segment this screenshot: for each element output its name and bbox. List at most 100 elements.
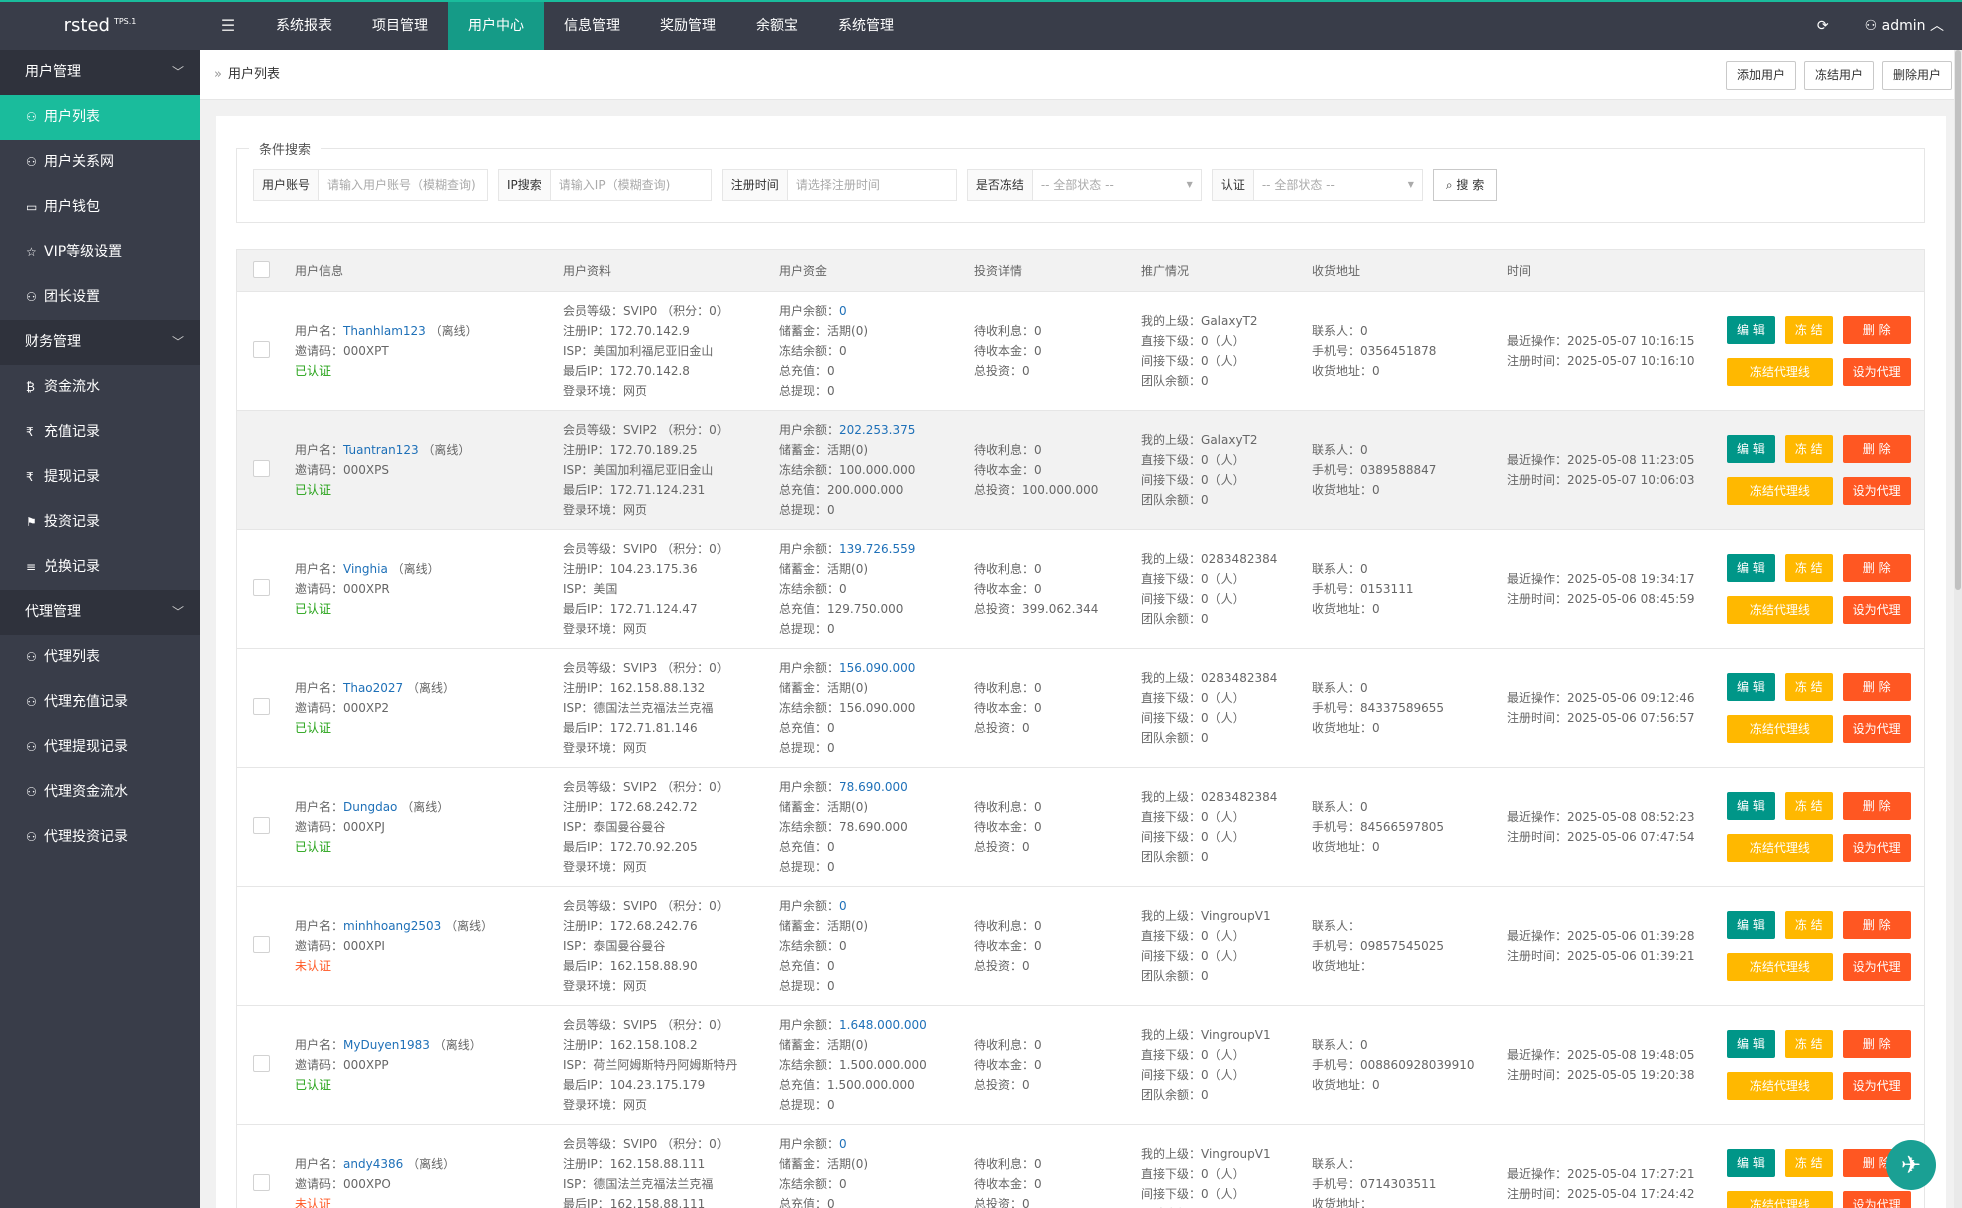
row-checkbox[interactable] [253, 1055, 270, 1072]
scrollbar-thumb[interactable] [1955, 50, 1961, 590]
set-agent-button[interactable]: 设为代理 [1842, 715, 1911, 743]
delete-button[interactable]: 删 除 [1842, 673, 1911, 701]
sidebar-item-g3-2[interactable]: ⚇ 代理提现记录 [0, 725, 200, 770]
points-close: ） [716, 899, 729, 913]
delete-button[interactable]: 删 除 [1842, 554, 1911, 582]
add-user-button[interactable]: 添加用户 [1725, 61, 1796, 90]
sidebar-item-g2-4[interactable]: ≡ 兑换记录 [0, 545, 200, 590]
delete-button[interactable]: 删 除 [1842, 316, 1911, 344]
freeze-button[interactable]: 冻 结 [1784, 911, 1833, 939]
set-agent-button[interactable]: 设为代理 [1842, 834, 1911, 862]
select-all-checkbox[interactable] [253, 260, 270, 278]
delete-user-button[interactable]: 删除用户 [1881, 61, 1952, 90]
freeze-agent-line-button[interactable]: 冻结代理线 [1727, 1191, 1833, 1208]
freeze-agent-line-button[interactable]: 冻结代理线 [1727, 358, 1833, 386]
menu-icon[interactable]: ☰ [200, 2, 256, 50]
freeze-button[interactable]: 冻 结 [1784, 792, 1833, 820]
freeze-button[interactable]: 冻 结 [1784, 1149, 1833, 1177]
freeze-agent-line-button[interactable]: 冻结代理线 [1727, 477, 1833, 505]
sidebar-item-g1-2[interactable]: ▭ 用户钱包 [0, 185, 200, 230]
delete-button[interactable]: 删 除 [1842, 911, 1911, 939]
user-menu[interactable]: ⚇ admin ︿ [1847, 2, 1962, 50]
set-agent-button[interactable]: 设为代理 [1842, 953, 1911, 981]
row-checkbox[interactable] [253, 1174, 270, 1191]
sidebar-item-g2-0[interactable]: ₿ 资金流水 [0, 365, 200, 410]
edit-button[interactable]: 编 辑 [1727, 554, 1775, 582]
freeze-button[interactable]: 冻 结 [1784, 435, 1833, 463]
freeze-user-button[interactable]: 冻结用户 [1803, 61, 1874, 90]
set-agent-button[interactable]: 设为代理 [1842, 596, 1911, 624]
nav-item-6[interactable]: 系统管理 [818, 2, 914, 50]
row-checkbox[interactable] [253, 341, 270, 358]
sidebar-item-g2-2[interactable]: ₹ 提现记录 [0, 455, 200, 500]
edit-button[interactable]: 编 辑 [1727, 911, 1775, 939]
freeze-agent-line-button[interactable]: 冻结代理线 [1727, 715, 1833, 743]
sidebar-item-g2-1[interactable]: ₹ 充值记录 [0, 410, 200, 455]
sidebar-item-g3-0[interactable]: ⚇ 代理列表 [0, 635, 200, 680]
delete-button[interactable]: 删 除 [1842, 1030, 1911, 1058]
scrollbar[interactable] [1954, 50, 1962, 1208]
edit-button[interactable]: 编 辑 [1727, 1030, 1775, 1058]
freeze-agent-line-button[interactable]: 冻结代理线 [1727, 1072, 1833, 1100]
sidebar-item-g3-3[interactable]: ⚇ 代理资金流水 [0, 770, 200, 815]
nav-item-1[interactable]: 项目管理 [352, 2, 448, 50]
paper-plane-icon[interactable]: ✈ [1886, 1140, 1936, 1190]
edit-button[interactable]: 编 辑 [1727, 673, 1775, 701]
nav-item-2[interactable]: 用户中心 [448, 2, 544, 50]
username-link[interactable]: MyDuyen1983 [343, 1038, 430, 1052]
frozen-select[interactable]: -- 全部状态 -- [1033, 170, 1201, 200]
set-agent-button[interactable]: 设为代理 [1842, 477, 1911, 505]
freeze-agent-line-button[interactable]: 冻结代理线 [1727, 596, 1833, 624]
username-link[interactable]: Tuantran123 [343, 443, 419, 457]
search-button[interactable]: ⌕ 搜 索 [1432, 169, 1498, 201]
set-agent-button[interactable]: 设为代理 [1842, 1072, 1911, 1100]
delete-button[interactable]: 删 除 [1842, 435, 1911, 463]
username-link[interactable]: minhhoang2503 [343, 919, 441, 933]
freeze-agent-line-button[interactable]: 冻结代理线 [1727, 953, 1833, 981]
sidebar-group-g1[interactable]: 用户管理 ﹀ [0, 50, 200, 95]
app-logo[interactable]: rsted TPS.1 [0, 2, 200, 50]
account-input[interactable]: 请输入用户账号（模糊查询) [319, 170, 487, 200]
delete-button[interactable]: 删 除 [1842, 792, 1911, 820]
nav-item-4[interactable]: 奖励管理 [640, 2, 736, 50]
sidebar-item-g1-1[interactable]: ⚇ 用户关系网 [0, 140, 200, 185]
row-checkbox[interactable] [253, 698, 270, 715]
nav-item-0[interactable]: 系统报表 [256, 2, 352, 50]
sidebar-item-g3-1[interactable]: ⚇ 代理充值记录 [0, 680, 200, 725]
reg-time-input[interactable]: 请选择注册时间 [788, 170, 956, 200]
username-link[interactable]: Thao2027 [343, 681, 403, 695]
nav-item-5[interactable]: 余额宝 [736, 2, 818, 50]
row-checkbox[interactable] [253, 936, 270, 953]
sidebar-group-g3[interactable]: 代理管理 ﹀ [0, 590, 200, 635]
edit-button[interactable]: 编 辑 [1727, 316, 1775, 344]
freeze-button[interactable]: 冻 结 [1784, 1030, 1833, 1058]
row-checkbox[interactable] [253, 460, 270, 477]
freeze-button[interactable]: 冻 结 [1784, 673, 1833, 701]
set-agent-button[interactable]: 设为代理 [1842, 358, 1911, 386]
sidebar-group-g2[interactable]: 财务管理 ﹀ [0, 320, 200, 365]
auth-select[interactable]: -- 全部状态 -- [1254, 170, 1422, 200]
points-label: （积分： [661, 899, 710, 913]
refresh-icon[interactable]: ⟳ [1799, 2, 1847, 50]
edit-button[interactable]: 编 辑 [1727, 435, 1775, 463]
username-link[interactable]: Dungdao [343, 800, 397, 814]
edit-button[interactable]: 编 辑 [1727, 1149, 1775, 1177]
sidebar-item-g1-3[interactable]: ☆ VIP等级设置 [0, 230, 200, 275]
username-link[interactable]: Vinghia [343, 562, 388, 576]
sidebar-item-g1-4[interactable]: ⚇ 团长设置 [0, 275, 200, 320]
row-checkbox[interactable] [253, 579, 270, 596]
sidebar-item-g2-3[interactable]: ⚑ 投资记录 [0, 500, 200, 545]
row-checkbox[interactable] [253, 817, 270, 834]
sidebar-item-g1-0[interactable]: ⚇ 用户列表 [0, 95, 200, 140]
freeze-button[interactable]: 冻 结 [1784, 554, 1833, 582]
frozen-label: 冻结余额： [779, 701, 840, 715]
edit-button[interactable]: 编 辑 [1727, 792, 1775, 820]
set-agent-button[interactable]: 设为代理 [1842, 1191, 1911, 1208]
ip-input[interactable]: 请输入IP（模糊查询) [551, 170, 711, 200]
username-link[interactable]: andy4386 [343, 1157, 403, 1171]
username-link[interactable]: Thanhlam123 [343, 324, 426, 338]
freeze-button[interactable]: 冻 结 [1784, 316, 1833, 344]
nav-item-3[interactable]: 信息管理 [544, 2, 640, 50]
freeze-agent-line-button[interactable]: 冻结代理线 [1727, 834, 1833, 862]
sidebar-item-g3-4[interactable]: ⚇ 代理投资记录 [0, 815, 200, 860]
